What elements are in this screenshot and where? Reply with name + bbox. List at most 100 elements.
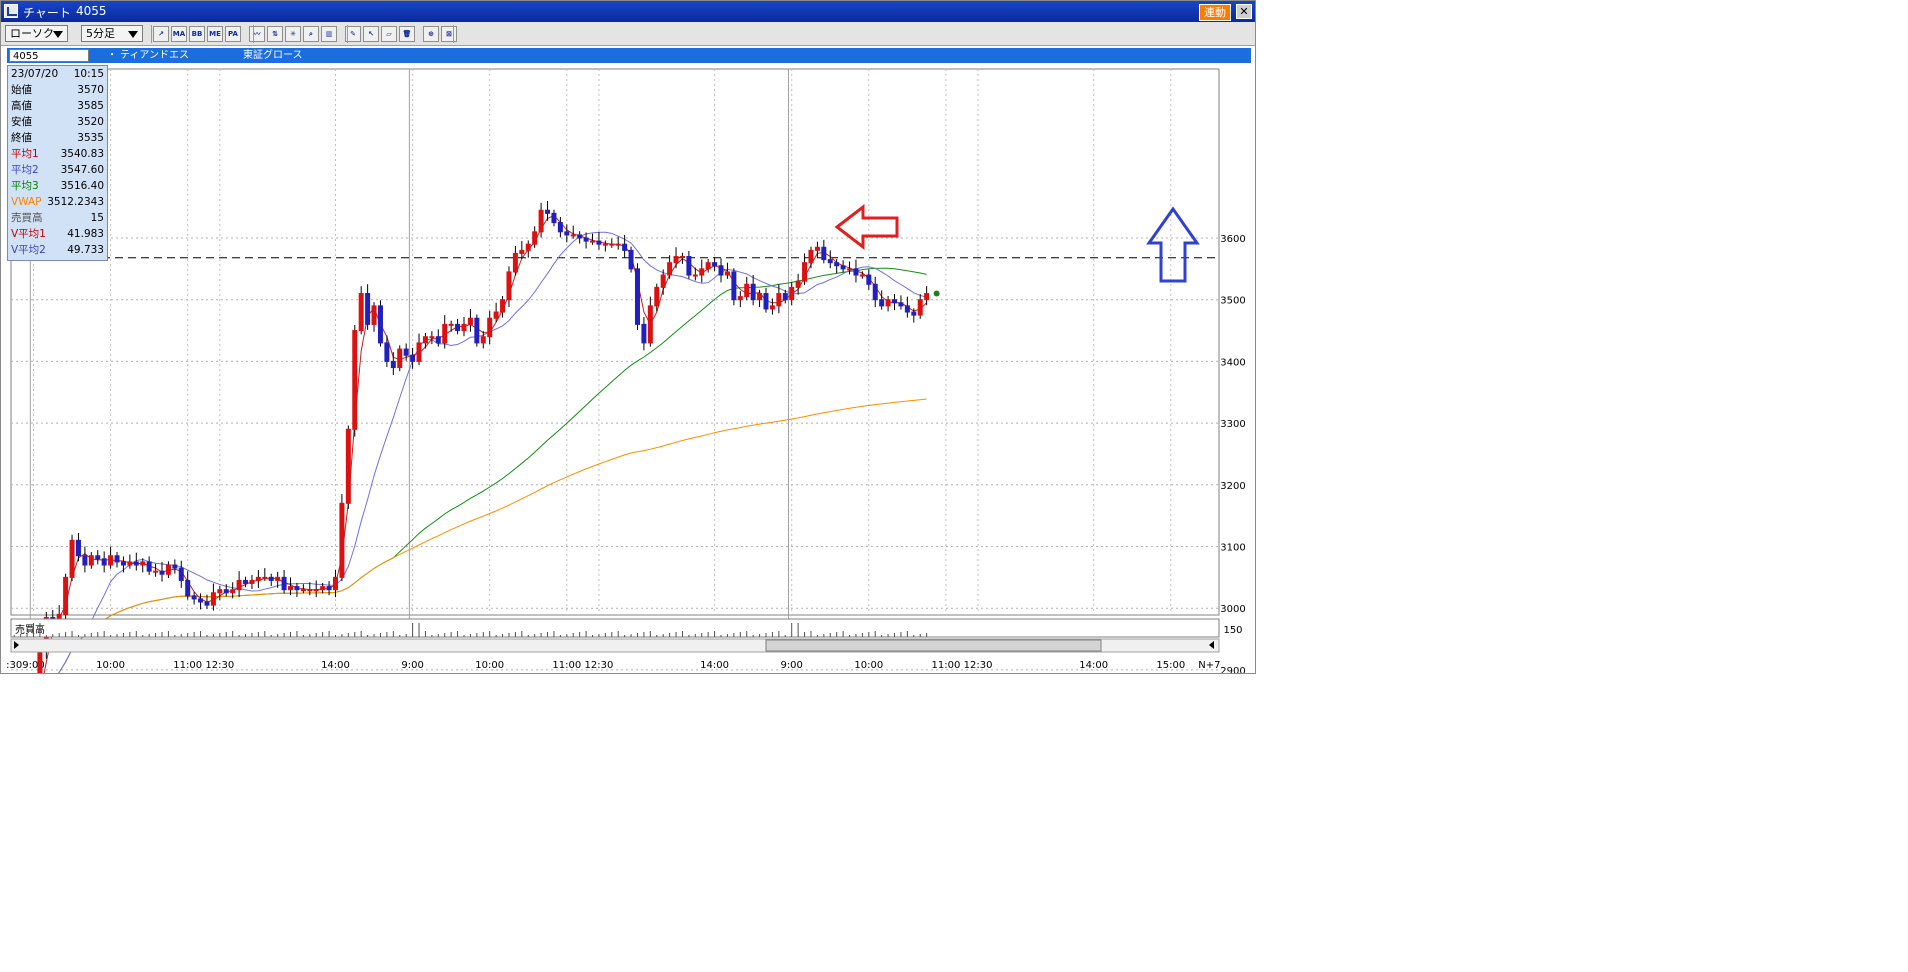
candle-body bbox=[512, 252, 518, 273]
candle-body bbox=[911, 311, 917, 316]
y-tick-label: 3100 bbox=[1220, 543, 1245, 554]
toolbar-separator bbox=[151, 25, 152, 43]
chevron-down-icon bbox=[128, 31, 138, 38]
panel-value: 3512.2343 bbox=[47, 196, 104, 208]
panel-row: 終値 3535 bbox=[8, 130, 107, 146]
candle-body bbox=[744, 283, 750, 298]
candle-body bbox=[782, 293, 788, 301]
candle-body bbox=[88, 555, 94, 566]
candle-body bbox=[634, 268, 640, 325]
candle-body bbox=[69, 539, 75, 578]
candle-body bbox=[281, 576, 287, 591]
candle-body bbox=[165, 564, 171, 575]
candle-body bbox=[243, 579, 249, 585]
volume-tick-label: 150 bbox=[1223, 625, 1242, 636]
candle-body bbox=[461, 323, 467, 332]
panel-value: 3540.83 bbox=[60, 148, 104, 160]
panel-row: V平均2 49.733 bbox=[8, 242, 107, 258]
line-chart-icon[interactable]: 〰 bbox=[249, 26, 265, 42]
candle-body bbox=[545, 209, 551, 214]
indicator-icon[interactable]: ↗ bbox=[153, 26, 169, 42]
y-tick-label: 3200 bbox=[1220, 481, 1245, 492]
panel-date: 23/07/20 bbox=[11, 68, 59, 80]
zoom-icon[interactable]: ⌕ bbox=[303, 26, 319, 42]
chart-type-label: ローソク bbox=[10, 27, 54, 40]
bb-icon[interactable]: BB bbox=[189, 26, 205, 42]
symbol-bar: 4055 ・ ティアンドエス 東証グロース bbox=[7, 48, 1251, 63]
panel-value: 3585 bbox=[77, 100, 104, 112]
candle-body bbox=[557, 222, 563, 233]
candle-body bbox=[699, 268, 705, 276]
x-tick-label: 11:00 bbox=[552, 660, 581, 671]
x-tick-label: 12:30 bbox=[205, 660, 234, 671]
panel-label: 平均2 bbox=[11, 164, 39, 176]
candle-body bbox=[236, 579, 242, 591]
candle-body bbox=[403, 348, 409, 356]
chart-type-select[interactable]: ローソク bbox=[5, 25, 68, 42]
candle-body bbox=[667, 262, 673, 276]
candle-body bbox=[140, 561, 146, 566]
candle-body bbox=[647, 305, 653, 344]
clear-icon[interactable]: ⊠ bbox=[441, 26, 457, 42]
panel-label: 平均3 bbox=[11, 180, 39, 192]
separator-dot: ・ bbox=[107, 50, 117, 61]
me-icon[interactable]: ME bbox=[207, 26, 223, 42]
candle-body bbox=[506, 271, 512, 301]
candle-body bbox=[198, 598, 204, 603]
candle-body bbox=[853, 268, 859, 276]
symbol-name: ティアンドエス bbox=[120, 50, 189, 61]
candle-body bbox=[692, 274, 698, 277]
candle-body bbox=[750, 283, 756, 301]
candle-body bbox=[673, 256, 679, 264]
candle-body bbox=[185, 579, 191, 597]
market-name: 東証グロース bbox=[243, 50, 303, 61]
candle-body bbox=[641, 323, 647, 344]
candle-body bbox=[834, 262, 840, 267]
x-tick-label: 12:30 bbox=[585, 660, 614, 671]
candle-body bbox=[718, 265, 724, 276]
candle-body bbox=[294, 586, 300, 591]
pointer-icon[interactable]: ↖ bbox=[363, 26, 379, 42]
candle-body bbox=[487, 317, 493, 338]
x-tick-label: 9:00 bbox=[780, 660, 802, 671]
candlestick-chart[interactable]: 3600 3500 3400 3300 3200 3100 3000 2900:30 9:00 1… bbox=[1, 63, 1255, 673]
candle-body bbox=[467, 317, 473, 325]
plot-area bbox=[10, 68, 1220, 616]
x-tick-label: 14:00 bbox=[321, 660, 350, 671]
candle-body bbox=[847, 268, 853, 271]
candle-body bbox=[731, 271, 737, 301]
candle-body bbox=[872, 283, 878, 301]
chevron-down-icon bbox=[53, 31, 63, 38]
candle-body bbox=[416, 342, 422, 362]
eraser-icon[interactable]: ▱ bbox=[381, 26, 397, 42]
candle-body bbox=[840, 265, 846, 270]
candle-body bbox=[172, 564, 178, 569]
candle-body bbox=[577, 234, 583, 239]
interval-select[interactable]: 5分足 bbox=[81, 25, 143, 42]
x-tick-label: 14:00 bbox=[700, 660, 729, 671]
period-icon[interactable]: ▥ bbox=[321, 26, 337, 42]
title-bar[interactable]: チャート 4055 連動 ✕ bbox=[1, 1, 1255, 22]
panel-value: 3516.40 bbox=[60, 180, 104, 192]
candle-body bbox=[570, 234, 576, 237]
delete-icon[interactable]: 🗑 bbox=[399, 26, 415, 42]
panel-row: 売買高 15 bbox=[8, 210, 107, 226]
candle-body bbox=[313, 589, 319, 592]
symbol-code-input[interactable]: 4055 bbox=[9, 49, 89, 62]
scrollbar-thumb[interactable] bbox=[765, 639, 1102, 652]
candle-body bbox=[474, 317, 480, 344]
pa-icon[interactable]: PA bbox=[225, 26, 241, 42]
candle-body bbox=[326, 586, 332, 591]
x-tick-label: 10:00 bbox=[96, 660, 125, 671]
close-button[interactable]: ✕ bbox=[1236, 4, 1252, 19]
panel-value: 49.733 bbox=[67, 244, 104, 256]
ma-icon[interactable]: MA bbox=[171, 26, 187, 42]
find-icon[interactable]: ⊕ bbox=[423, 26, 439, 42]
candle-body bbox=[429, 336, 435, 339]
candle-body bbox=[757, 293, 763, 301]
link-button[interactable]: 連動 bbox=[1199, 4, 1231, 21]
candle-body bbox=[679, 256, 685, 259]
candle-body bbox=[622, 243, 628, 251]
star-icon[interactable]: ✳ bbox=[285, 26, 301, 42]
compare-icon[interactable]: ⇅ bbox=[267, 26, 283, 42]
